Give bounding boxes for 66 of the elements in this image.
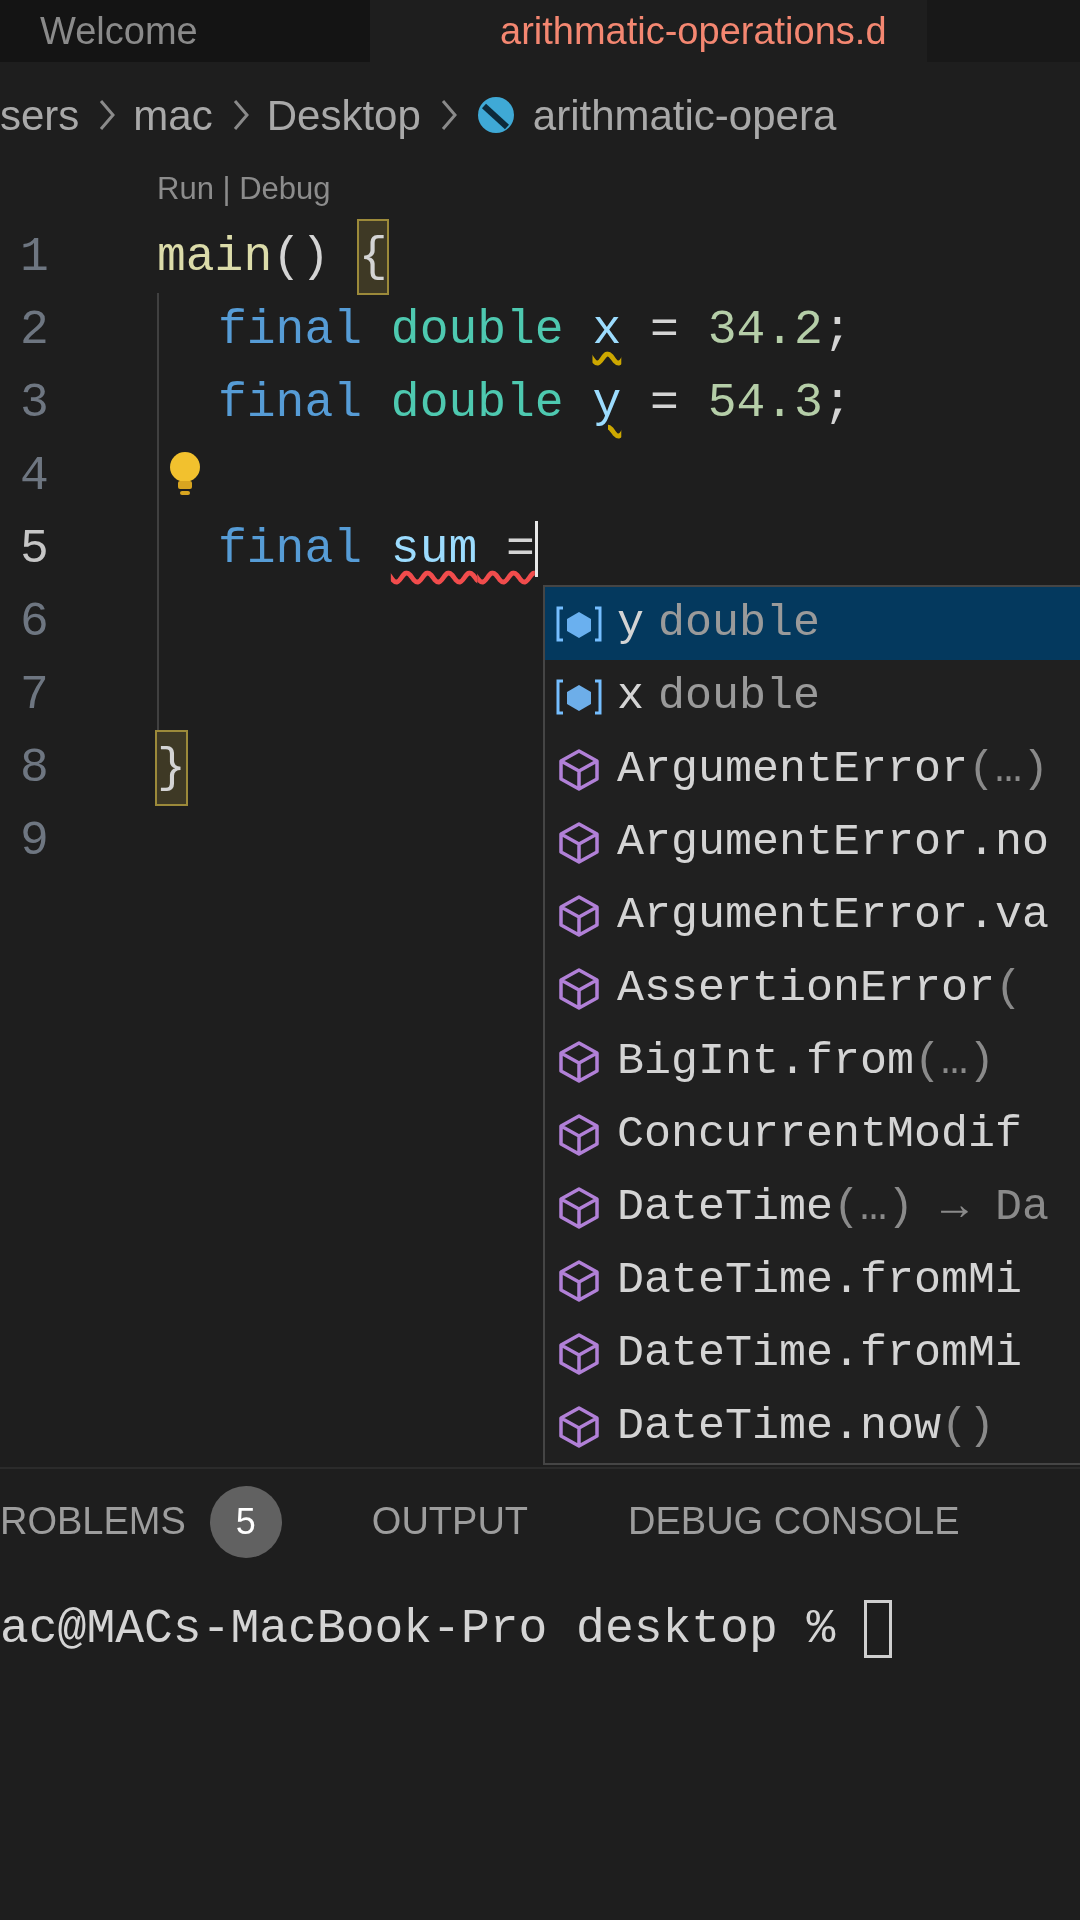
suggestion-item[interactable]: ArgumentError(…) xyxy=(545,733,1080,806)
editor-tab[interactable]: Welcome xyxy=(0,0,370,62)
breadcrumb-item[interactable]: Desktop xyxy=(266,83,421,147)
code-token: } xyxy=(157,731,186,804)
count-badge: 5 xyxy=(209,1485,282,1558)
suggestion-label: ConcurrentModif xyxy=(617,1107,1023,1162)
suggestion-label: DateTime.fromMi xyxy=(617,1326,1023,1381)
line-number: 9 xyxy=(19,812,50,870)
editor-tab[interactable]: arithmatic-operations.d xyxy=(370,0,927,62)
line-number: 4 xyxy=(19,447,50,505)
line-number: 5 xyxy=(19,520,50,578)
code-token: () xyxy=(272,228,331,286)
line-number: 1 xyxy=(19,228,50,286)
suggestion-label: ArgumentError(…) xyxy=(617,742,1050,797)
code-token: 54.3 xyxy=(707,374,823,432)
suggestion-item[interactable]: DateTime.fromMi xyxy=(545,1244,1080,1317)
code-token: sum xyxy=(390,520,478,578)
panel-tab[interactable]: ROBLEMS 5 xyxy=(0,1485,282,1558)
suggestion-item[interactable]: y double xyxy=(545,587,1080,660)
line-number: 6 xyxy=(19,593,50,651)
breadcrumb-item[interactable]: sers xyxy=(0,83,80,147)
suggestion-item[interactable]: DateTime(…) → Da xyxy=(545,1171,1080,1244)
suggestion-item[interactable]: AssertionError( xyxy=(545,952,1080,1025)
breadcrumb-item[interactable]: mac xyxy=(133,83,213,147)
code-token: y xyxy=(592,374,622,432)
suggestion-item[interactable]: BigInt.from(…) xyxy=(545,1025,1080,1098)
breadcrumb-item[interactable]: arithmatic-opera xyxy=(532,83,837,147)
code-token: final xyxy=(218,301,364,359)
code-token: ; xyxy=(822,374,852,432)
suggestion-label: DateTime.now() xyxy=(617,1399,996,1454)
suggestion-item[interactable]: ConcurrentModif xyxy=(545,1098,1080,1171)
suggestion-label: DateTime(…) → Da xyxy=(617,1180,1050,1235)
panel-tab[interactable]: OUTPUT xyxy=(371,1493,529,1550)
code-token: main xyxy=(157,228,273,286)
code-token: double xyxy=(390,301,565,359)
suggestion-label: ArgumentError.no xyxy=(617,815,1050,870)
line-number: 3 xyxy=(19,374,50,432)
codelens-link[interactable]: Run | Debug xyxy=(157,165,331,213)
suggestion-label: ArgumentError.va xyxy=(617,888,1050,943)
code-token: { xyxy=(358,220,388,293)
terminal-prompt: ac@MACs-MacBook-Pro desktop % xyxy=(0,1601,837,1658)
suggestion-item[interactable]: DateTime.fromMi xyxy=(545,1317,1080,1390)
suggestion-type: double xyxy=(658,596,821,651)
suggestion-label: y xyxy=(617,596,644,651)
code-token: = xyxy=(649,374,680,432)
suggestion-type: double xyxy=(658,669,821,724)
suggestion-item[interactable]: ArgumentError.no xyxy=(545,806,1080,879)
suggestion-label: AssertionError( xyxy=(617,961,1023,1016)
line-number: 2 xyxy=(19,301,50,359)
code-token: = xyxy=(505,520,535,578)
code-token: ; xyxy=(822,301,852,359)
line-number: 8 xyxy=(19,739,50,797)
line-number: 7 xyxy=(19,666,50,724)
code-token: final xyxy=(218,520,364,578)
suggestion-label: x xyxy=(617,669,644,724)
suggestion-label: BigInt.from(…) xyxy=(617,1034,996,1089)
code-token: = xyxy=(649,301,680,359)
suggestion-item[interactable]: ArgumentError.va xyxy=(545,879,1080,952)
suggestion-item[interactable]: DateTime.now() xyxy=(545,1390,1080,1463)
code-token: double xyxy=(390,374,565,432)
suggestion-item[interactable]: x double xyxy=(545,660,1080,733)
suggestion-label: DateTime.fromMi xyxy=(617,1253,1023,1308)
code-token: 34.2 xyxy=(707,301,823,359)
panel-tab[interactable]: DEBUG CONSOLE xyxy=(628,1493,960,1550)
code-token: x xyxy=(592,301,622,359)
code-token: final xyxy=(218,374,364,432)
